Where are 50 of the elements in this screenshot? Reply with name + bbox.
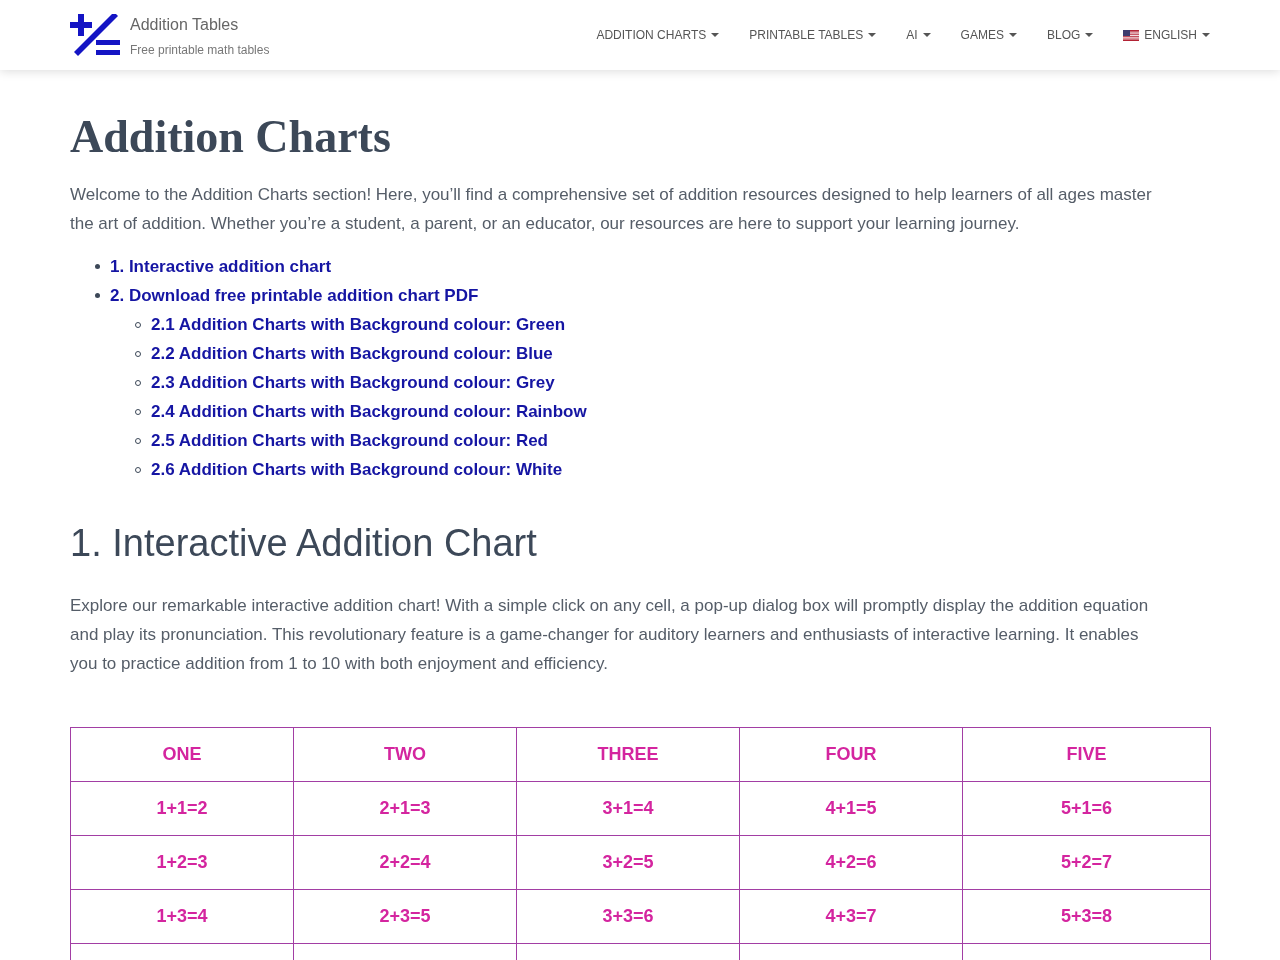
contents-link[interactable]: 2.6 Addition Charts with Background colour: White bbox=[151, 459, 563, 480]
table-cell[interactable]: 5+1=6 bbox=[962, 781, 1211, 836]
table-cell[interactable]: 1+1=2 bbox=[70, 781, 294, 836]
plus-minus-equals-logo-icon[interactable] bbox=[70, 14, 120, 56]
caret-icon bbox=[711, 33, 720, 37]
nav-menu-link[interactable]: PRINTABLE TABLES bbox=[734, 25, 892, 45]
column-header: TWO bbox=[293, 727, 517, 782]
table-cell[interactable]: 4+3=7 bbox=[739, 889, 963, 944]
bullet-icon bbox=[95, 264, 100, 269]
nav-menu-link[interactable]: ENGLISH bbox=[1108, 25, 1225, 45]
table-cell[interactable]: 1+2=3 bbox=[70, 835, 294, 890]
contents-link[interactable]: 2. Download free printable addition chart PDF bbox=[110, 285, 479, 306]
nav-menu-link[interactable]: AI bbox=[891, 25, 946, 45]
caret-icon bbox=[922, 33, 931, 37]
column-header: THREE bbox=[516, 727, 740, 782]
contents-link[interactable]: 2.5 Addition Charts with Background colour: Red bbox=[151, 430, 548, 451]
nav-menu-link[interactable]: ADDITION CHARTS bbox=[581, 25, 735, 45]
intro-paragraph: Welcome to the Addition Charts section! Here, you’ll find a comprehensive set of addition resources designed to help learners of all ages master the art of addition. Whether you’re a student, a parent, or an educator, our resources are here to support your learning journey. bbox=[70, 184, 1153, 235]
table-cell[interactable]: 2+2=4 bbox=[293, 835, 517, 890]
bullet-icon bbox=[95, 293, 100, 298]
section-paragraph: Explore our remarkable interactive addition chart! With a simple click on any cell, a pop-up dialog box will promptly display the addition equation and play its pronunciation. This revolutionary feature is a game-changer for auditory learners and enthusiasts of interactive learning. It enables you to practice addition from 1 to 10 with both enjoyment and efficiency. bbox=[70, 595, 1150, 675]
table-cell[interactable]: 5+3=8 bbox=[962, 889, 1211, 944]
contents-link[interactable]: 2.2 Addition Charts with Background colour: Blue bbox=[151, 343, 553, 364]
caret-icon bbox=[1202, 33, 1210, 37]
caret-icon bbox=[868, 33, 877, 37]
contents-link[interactable]: 2.1 Addition Charts with Background colour: Green bbox=[151, 314, 566, 335]
table-cell[interactable]: 5+2=7 bbox=[962, 835, 1211, 890]
nav-menu-link[interactable]: GAMES bbox=[945, 25, 1032, 45]
caret-icon bbox=[1008, 33, 1017, 37]
contents-link[interactable]: 2.3 Addition Charts with Background colour: Grey bbox=[151, 372, 555, 393]
column-header: FOUR bbox=[739, 727, 963, 782]
table-cell[interactable]: 2+3=5 bbox=[293, 889, 517, 944]
table-cell[interactable]: 4+1=5 bbox=[739, 781, 963, 836]
column-header: FIVE bbox=[962, 727, 1211, 782]
table-cell[interactable]: 3+2=5 bbox=[516, 835, 740, 890]
page-title: Addition Charts bbox=[70, 110, 392, 164]
table-cell[interactable]: 3+3=6 bbox=[516, 889, 740, 944]
section-heading: 1. Interactive Addition Chart bbox=[70, 521, 538, 566]
table-cell[interactable]: 3+1=4 bbox=[516, 781, 740, 836]
table-cell[interactable]: 4+2=6 bbox=[739, 835, 963, 890]
column-header: ONE bbox=[70, 727, 294, 782]
contents-link[interactable]: 1. Interactive addition chart bbox=[110, 256, 332, 277]
contents-link[interactable]: 2.4 Addition Charts with Background colour: Rainbow bbox=[151, 401, 587, 422]
table-cell[interactable]: 2+1=3 bbox=[293, 781, 517, 836]
site-title[interactable]: Addition Tables bbox=[130, 15, 270, 35]
nav-menu-link[interactable]: BLOG bbox=[1031, 25, 1109, 45]
caret-icon bbox=[1085, 33, 1094, 37]
flag-icon bbox=[1123, 29, 1140, 41]
table-cell[interactable]: 1+3=4 bbox=[70, 889, 294, 944]
site-tagline: Free printable math tables bbox=[130, 43, 270, 57]
